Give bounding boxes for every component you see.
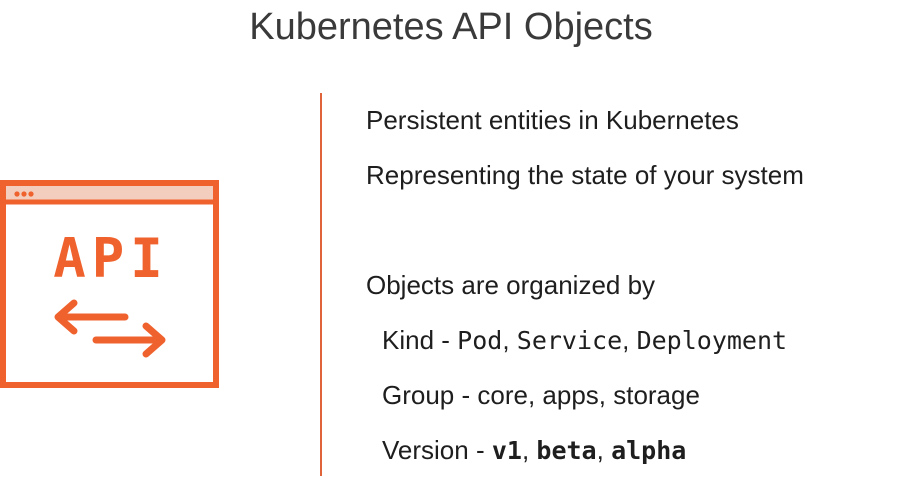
api-window-icon: API — [0, 180, 222, 390]
kind-service: Service — [516, 326, 623, 355]
version-v1: v1 — [491, 436, 522, 465]
kind-line: Kind - Pod, Service, Deployment — [382, 324, 787, 357]
kind-label: Kind - — [382, 325, 458, 355]
api-label: API — [53, 227, 169, 290]
version-separator: , — [596, 435, 612, 465]
kind-separator: , — [622, 325, 637, 355]
group-line: Group - core, apps, storage — [382, 380, 700, 410]
bullet-organized: Objects are organized by — [366, 270, 656, 300]
kind-separator: , — [502, 325, 517, 355]
bullet-representing: Representing the state of your system — [366, 160, 804, 190]
bullet-persistent: Persistent entities in Kubernetes — [366, 105, 739, 135]
version-alpha: alpha — [611, 436, 687, 465]
version-beta: beta — [536, 436, 597, 465]
kind-deployment: Deployment — [636, 326, 788, 355]
vertical-divider — [320, 93, 322, 476]
version-line: Version - v1, beta, alpha — [382, 434, 686, 467]
version-label: Version - — [382, 435, 492, 465]
bullet-list: Persistent entities in Kubernetes Repres… — [366, 0, 886, 484]
version-separator: , — [521, 435, 537, 465]
kind-pod: Pod — [457, 326, 503, 355]
